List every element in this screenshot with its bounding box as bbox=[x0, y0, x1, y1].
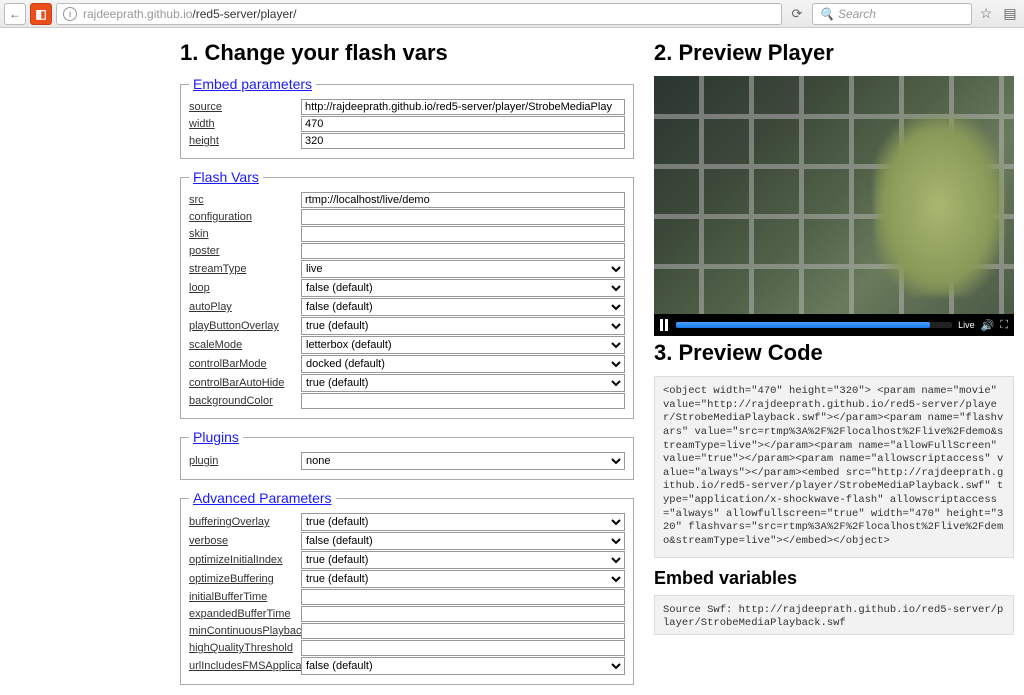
select-optimizebuffering[interactable]: true (default) bbox=[301, 570, 625, 588]
player-controls: Live 🔊 ⛶ bbox=[654, 314, 1014, 336]
refresh-button[interactable]: ⟳ bbox=[786, 3, 808, 25]
label-poster[interactable]: poster bbox=[189, 245, 301, 257]
label-plugin[interactable]: plugin bbox=[189, 455, 301, 467]
select-verbose[interactable]: false (default) bbox=[301, 532, 625, 550]
label-controlbarautohide[interactable]: controlBarAutoHide bbox=[189, 377, 301, 389]
back-button[interactable]: ← bbox=[4, 3, 26, 25]
label-initialbuffertime[interactable]: initialBufferTime bbox=[189, 591, 301, 603]
input-src[interactable] bbox=[301, 192, 625, 208]
legend-embed[interactable]: Embed parameters bbox=[189, 76, 316, 92]
live-label: Live bbox=[958, 320, 975, 330]
label-bufferingoverlay[interactable]: bufferingOverlay bbox=[189, 516, 301, 528]
label-configuration[interactable]: configuration bbox=[189, 211, 301, 223]
url-path: /red5-server/player/ bbox=[192, 7, 296, 21]
bookmark-icon[interactable]: ☆ bbox=[976, 5, 996, 22]
input-mincontinuousplayback[interactable] bbox=[301, 623, 625, 639]
code-block[interactable]: <object width="470" height="320"> <param… bbox=[654, 376, 1014, 558]
fieldset-flashvars: Flash Vars src configuration skin poster… bbox=[180, 169, 634, 419]
progress-bar[interactable] bbox=[676, 322, 952, 328]
input-width[interactable] bbox=[301, 116, 625, 132]
label-optimizeinitialindex[interactable]: optimizeInitialIndex bbox=[189, 554, 301, 566]
legend-plugins[interactable]: Plugins bbox=[189, 429, 243, 445]
input-backgroundcolor[interactable] bbox=[301, 393, 625, 409]
fieldset-plugins: Plugins pluginnone bbox=[180, 429, 634, 480]
label-mincontinuousplayback[interactable]: minContinuousPlaybackT bbox=[189, 625, 301, 637]
label-src[interactable]: src bbox=[189, 194, 301, 206]
volume-icon[interactable]: 🔊 bbox=[981, 319, 995, 332]
label-optimizebuffering[interactable]: optimizeBuffering bbox=[189, 573, 301, 585]
player-foliage bbox=[874, 116, 1004, 296]
input-height[interactable] bbox=[301, 133, 625, 149]
player-video bbox=[654, 76, 1014, 314]
browser-toolbar: ← ◧ i rajdeeprath.github.io/red5-server/… bbox=[0, 0, 1024, 28]
input-expandedbuffertime[interactable] bbox=[301, 606, 625, 622]
select-scalemode[interactable]: letterbox (default) bbox=[301, 336, 625, 354]
progress-fill bbox=[676, 322, 930, 328]
label-expandedbuffertime[interactable]: expandedBufferTime bbox=[189, 608, 301, 620]
label-backgroundcolor[interactable]: backgroundColor bbox=[189, 395, 301, 407]
brave-icon[interactable]: ◧ bbox=[30, 3, 52, 25]
pause-icon[interactable] bbox=[660, 319, 670, 331]
fullscreen-icon[interactable]: ⛶ bbox=[1000, 319, 1008, 332]
select-controlbarmode[interactable]: docked (default) bbox=[301, 355, 625, 373]
select-urlincludesfms[interactable]: false (default) bbox=[301, 657, 625, 675]
legend-flashvars[interactable]: Flash Vars bbox=[189, 169, 263, 185]
label-height[interactable]: height bbox=[189, 135, 301, 147]
label-controlbarmode[interactable]: controlBarMode bbox=[189, 358, 301, 370]
input-highqualitythreshold[interactable] bbox=[301, 640, 625, 656]
heading-embed-variables: Embed variables bbox=[654, 568, 1014, 589]
legend-advanced[interactable]: Advanced Parameters bbox=[189, 490, 336, 506]
menu-icon[interactable]: ▤ bbox=[1000, 5, 1020, 22]
label-playbuttonoverlay[interactable]: playButtonOverlay bbox=[189, 320, 301, 332]
heading-preview-player: 2. Preview Player bbox=[654, 40, 1014, 66]
select-playbuttonoverlay[interactable]: true (default) bbox=[301, 317, 625, 335]
label-width[interactable]: width bbox=[189, 118, 301, 130]
input-skin[interactable] bbox=[301, 226, 625, 242]
label-highqualitythreshold[interactable]: highQualityThreshold bbox=[189, 642, 301, 654]
label-autoplay[interactable]: autoPlay bbox=[189, 301, 301, 313]
player[interactable]: Live 🔊 ⛶ bbox=[654, 76, 1014, 336]
label-source[interactable]: source bbox=[189, 101, 301, 113]
label-streamtype[interactable]: streamType bbox=[189, 263, 301, 275]
search-placeholder: Search bbox=[838, 7, 876, 21]
url-bar[interactable]: i rajdeeprath.github.io/red5-server/play… bbox=[56, 3, 782, 25]
label-urlincludesfms[interactable]: urlIncludesFMSApplicatio bbox=[189, 660, 301, 672]
select-bufferingoverlay[interactable]: true (default) bbox=[301, 513, 625, 531]
select-optimizeinitialindex[interactable]: true (default) bbox=[301, 551, 625, 569]
label-verbose[interactable]: verbose bbox=[189, 535, 301, 547]
select-autoplay[interactable]: false (default) bbox=[301, 298, 625, 316]
fieldset-advanced: Advanced Parameters bufferingOverlaytrue… bbox=[180, 490, 634, 685]
select-loop[interactable]: false (default) bbox=[301, 279, 625, 297]
url-host: rajdeeprath.github.io bbox=[83, 7, 192, 21]
label-scalemode[interactable]: scaleMode bbox=[189, 339, 301, 351]
heading-flashvars: 1. Change your flash vars bbox=[180, 40, 634, 66]
input-source[interactable] bbox=[301, 99, 625, 115]
select-streamtype[interactable]: live bbox=[301, 260, 625, 278]
fieldset-embed: Embed parameters source width height bbox=[180, 76, 634, 159]
input-poster[interactable] bbox=[301, 243, 625, 259]
input-configuration[interactable] bbox=[301, 209, 625, 225]
embedvars-block[interactable]: Source Swf: http://rajdeeprath.github.io… bbox=[654, 595, 1014, 635]
info-icon[interactable]: i bbox=[63, 7, 77, 21]
search-icon: 🔍 bbox=[819, 7, 834, 21]
select-plugin[interactable]: none bbox=[301, 452, 625, 470]
input-initialbuffertime[interactable] bbox=[301, 589, 625, 605]
search-bar[interactable]: 🔍 Search bbox=[812, 3, 972, 25]
label-loop[interactable]: loop bbox=[189, 282, 301, 294]
select-controlbarautohide[interactable]: true (default) bbox=[301, 374, 625, 392]
heading-preview-code: 3. Preview Code bbox=[654, 340, 1014, 366]
label-skin[interactable]: skin bbox=[189, 228, 301, 240]
